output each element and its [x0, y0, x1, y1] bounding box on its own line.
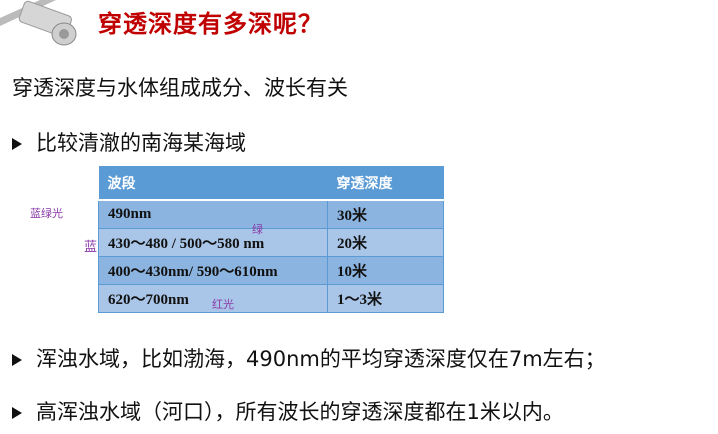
bullet-text: 高浑浊水域（河口），所有波长的穿透深度都在1米以内。	[36, 400, 564, 424]
handwritten-note: 红光	[212, 298, 234, 311]
subtitle: 穿透深度与水体组成成分、波长有关	[12, 76, 348, 100]
satellite-logo	[0, 0, 77, 46]
cell-band: 430～480 / 500～580 nm	[98, 228, 328, 257]
bullet-text: 比较清澈的南海某海域	[36, 131, 246, 155]
table-row: 400～430nm/ 590～610nm 10米	[98, 256, 444, 285]
bullet-arrow-icon	[12, 354, 22, 366]
bullet-text: 浑浊水域，比如渤海，490nm的平均穿透深度仅在7m左右；	[36, 347, 606, 371]
cell-band: 400～430nm/ 590～610nm	[98, 256, 328, 285]
cell-band: 490nm	[98, 199, 328, 229]
bullet-item: 高浑浊水域（河口），所有波长的穿透深度都在1米以内。	[12, 396, 564, 426]
header-band: 波段	[98, 166, 328, 201]
penetration-table: 波段 穿透深度 490nm 30米 430～480 / 500～580 nm 20米 …	[98, 166, 444, 313]
bullet-item: 比较清澈的南海某海域	[12, 127, 246, 157]
table-row: 430～480 / 500～580 nm 20米	[98, 228, 444, 257]
handwritten-note: 绿	[252, 223, 263, 236]
cell-depth: 30米	[327, 199, 444, 229]
handwritten-note: 蓝绿光	[30, 207, 63, 220]
table-row: 620～700nm 1～3米	[98, 284, 444, 313]
bullet-arrow-icon	[12, 138, 22, 150]
handwritten-note: 蓝	[84, 240, 98, 255]
slide-title: 穿透深度有多深呢？	[98, 10, 323, 38]
bullet-arrow-icon	[12, 407, 22, 419]
bullet-item: 浑浊水域，比如渤海，490nm的平均穿透深度仅在7m左右；	[12, 343, 606, 373]
table-row: 490nm 30米	[98, 199, 444, 229]
cell-depth: 20米	[327, 228, 444, 257]
cell-depth: 1～3米	[327, 284, 444, 313]
header-depth: 穿透深度	[327, 166, 444, 201]
cell-depth: 10米	[327, 256, 444, 285]
